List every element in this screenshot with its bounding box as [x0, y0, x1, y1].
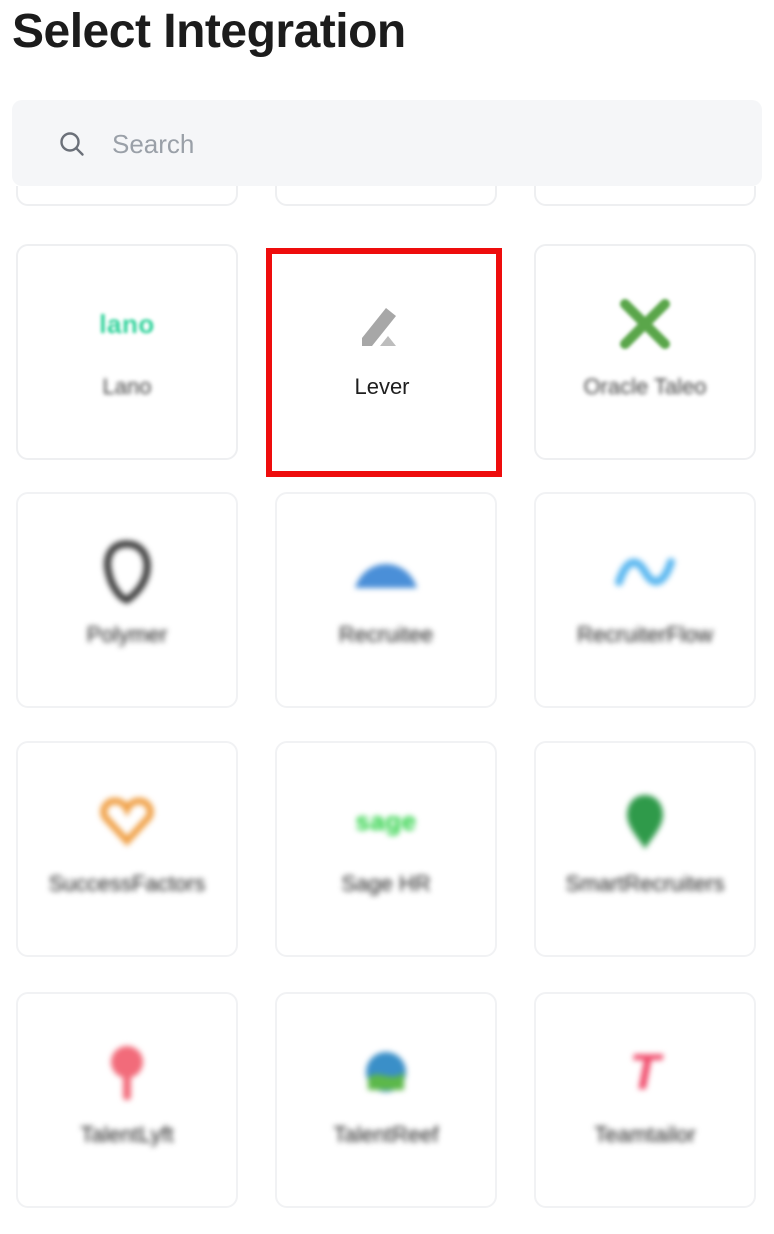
search-icon: [60, 132, 84, 156]
smartrecruiters-logo-icon: [585, 793, 705, 849]
integration-label: RecruiterFlow: [577, 622, 713, 647]
integration-card-teamtailor[interactable]: T Teamtailor: [534, 992, 756, 1208]
integration-card-recruitee[interactable]: Recruitee: [275, 492, 497, 708]
search-input[interactable]: [110, 122, 714, 166]
integration-card-sage-hr[interactable]: sage Sage HR: [275, 741, 497, 957]
polymer-logo-icon: [67, 540, 187, 604]
integration-label: TalentLyft: [80, 1122, 174, 1147]
integration-label: Teamtailor: [594, 1122, 696, 1147]
integration-card-oracle-taleo[interactable]: Oracle Taleo: [534, 244, 756, 460]
integration-label: Recruitee: [338, 622, 434, 647]
integrations-grid[interactable]: lano Lano Lever Oracle Taleo Polymer Rec…: [0, 186, 774, 1234]
integration-card-smartrecruiters[interactable]: SmartRecruiters: [534, 741, 756, 957]
integration-card-partial[interactable]: [16, 186, 238, 206]
integration-card-talentlyft[interactable]: TalentLyft: [16, 992, 238, 1208]
integration-label: SmartRecruiters: [565, 871, 725, 896]
integration-label: Lever: [354, 374, 410, 399]
lano-wordmark: lano: [99, 308, 155, 339]
integration-card-lano[interactable]: lano Lano: [16, 244, 238, 460]
integration-label: Lano: [102, 374, 152, 399]
search-bar[interactable]: [12, 100, 762, 186]
lano-logo-icon: lano: [67, 296, 187, 352]
teamtailor-logo-icon: T: [585, 1044, 705, 1100]
lever-logo-icon: [322, 298, 442, 354]
sage-logo-icon: sage: [326, 793, 446, 849]
lever-pen-icon: [362, 308, 396, 346]
sage-wordmark: sage: [355, 805, 417, 836]
integration-card-lever[interactable]: Lever: [271, 254, 493, 470]
teamtailor-wordmark: T: [629, 1044, 661, 1100]
talentreef-logo-icon: [326, 1044, 446, 1100]
integration-label: SuccessFactors: [48, 871, 206, 896]
oracle-taleo-mark-icon: [620, 299, 670, 349]
integration-label: Sage HR: [341, 871, 431, 896]
integration-label: Polymer: [86, 622, 168, 647]
integration-card-recruiterflow[interactable]: RecruiterFlow: [534, 492, 756, 708]
oracle-taleo-logo-icon: [585, 296, 705, 352]
recruitee-logo-icon: [326, 544, 446, 600]
integration-label: Oracle Taleo: [583, 374, 707, 399]
page-title: Select Integration: [12, 5, 406, 58]
integration-card-successfactors[interactable]: SuccessFactors: [16, 741, 238, 957]
integration-card-polymer[interactable]: Polymer: [16, 492, 238, 708]
integration-card-partial[interactable]: [534, 186, 756, 206]
integration-card-talentreef[interactable]: TalentReef: [275, 992, 497, 1208]
successfactors-logo-icon: [67, 793, 187, 849]
recruiterflow-logo-icon: [585, 544, 705, 600]
integration-label: TalentReef: [333, 1122, 439, 1147]
talentlyft-logo-icon: [67, 1044, 187, 1100]
integration-card-partial[interactable]: [275, 186, 497, 206]
